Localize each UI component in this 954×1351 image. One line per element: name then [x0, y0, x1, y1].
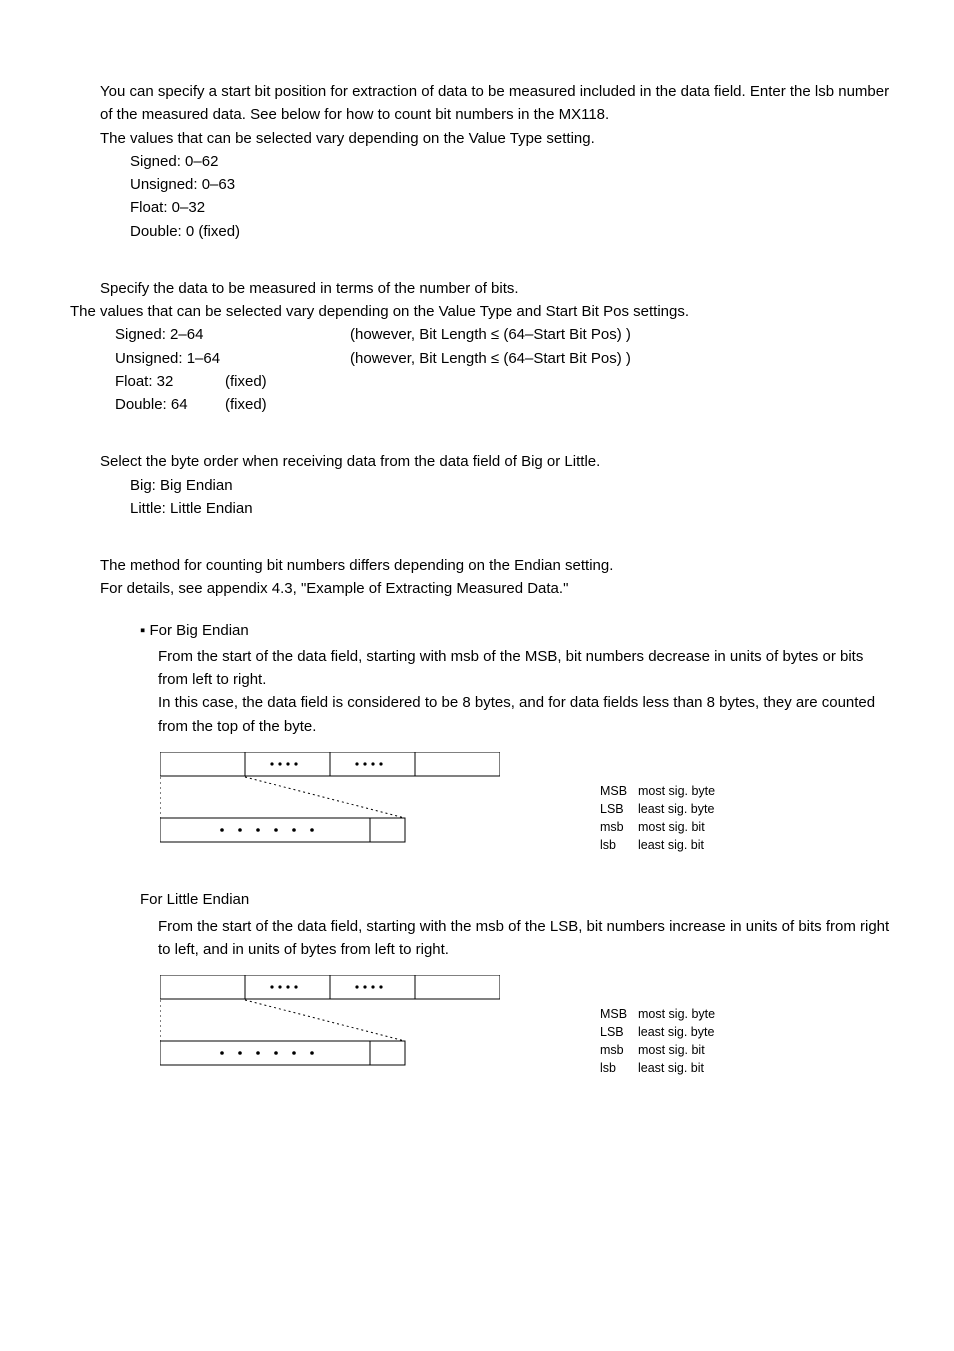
bitlen-signed-c1: Signed: 2–64 [115, 323, 260, 346]
startbit-desc-line1: You can specify a start bit position for… [100, 80, 894, 127]
legend2-lsb-lower-def: least sig. bit [638, 1059, 704, 1077]
legend2-msb-upper-def: most sig. byte [638, 1005, 715, 1023]
bitlen-desc-line2: The values that can be selected vary dep… [70, 300, 894, 323]
legend-lsb-upper-def: least sig. byte [638, 800, 714, 818]
startbit-item-double: Double: 0 (fixed) [130, 220, 894, 243]
startbit-desc-line2: The values that can be selected vary dep… [100, 127, 894, 150]
legend-msb-upper-abbr: MSB [600, 782, 638, 800]
little-endian-legend: MSBmost sig. byte LSBleast sig. byte msb… [600, 975, 715, 1078]
legend-msb-upper-def: most sig. byte [638, 782, 715, 800]
bitlen-desc-line1: Specify the data to be measured in terms… [100, 277, 894, 300]
counting-desc-line1: The method for counting bit numbers diff… [100, 554, 894, 577]
endian-desc: Select the byte order when receiving dat… [100, 450, 894, 473]
legend-msb-lower-def: most sig. bit [638, 818, 705, 836]
bitlen-unsigned-c1: Unsigned: 1–64 [115, 347, 260, 370]
big-endian-body2: In this case, the data field is consider… [158, 691, 894, 738]
bitlen-float-c2: (fixed) [225, 370, 315, 393]
counting-desc-line2: For details, see appendix 4.3, "Example … [100, 577, 894, 600]
bitlen-signed-c2 [260, 323, 350, 346]
bitlen-unsigned-c2 [260, 347, 350, 370]
startbit-item-signed: Signed: 0–62 [130, 150, 894, 173]
bitlen-float-c1: Float: 32 [115, 370, 225, 393]
legend-lsb-upper-abbr: LSB [600, 800, 638, 818]
legend-msb-lower-abbr: msb [600, 818, 638, 836]
legend2-lsb-upper-abbr: LSB [600, 1023, 638, 1041]
bitlen-signed-c3: (however, Bit Length ≤ (64–Start Bit Pos… [350, 323, 631, 346]
big-endian-legend: MSBmost sig. byte LSBleast sig. byte msb… [600, 752, 715, 855]
bitlen-row-unsigned: Unsigned: 1–64 (however, Bit Length ≤ (6… [115, 347, 894, 370]
bitlen-row-float: Float: 32 (fixed) [115, 370, 894, 393]
big-endian-diagram [160, 752, 500, 844]
little-endian-heading: For Little Endian [140, 888, 894, 911]
bitlen-row-double: Double: 64 (fixed) [115, 393, 894, 416]
bitlen-unsigned-c3: (however, Bit Length ≤ (64–Start Bit Pos… [350, 347, 631, 370]
endian-item-little: Little: Little Endian [130, 497, 894, 520]
big-endian-body1: From the start of the data field, starti… [158, 645, 894, 692]
bitlen-double-c1: Double: 64 [115, 393, 225, 416]
startbit-item-float: Float: 0–32 [130, 196, 894, 219]
endian-item-big: Big: Big Endian [130, 474, 894, 497]
bitlen-row-signed: Signed: 2–64 (however, Bit Length ≤ (64–… [115, 323, 894, 346]
legend2-lsb-lower-abbr: lsb [600, 1059, 638, 1077]
legend2-msb-lower-def: most sig. bit [638, 1041, 705, 1059]
legend2-msb-upper-abbr: MSB [600, 1005, 638, 1023]
little-endian-body1: From the start of the data field, starti… [158, 915, 894, 962]
legend2-msb-lower-abbr: msb [600, 1041, 638, 1059]
legend-lsb-lower-def: least sig. bit [638, 836, 704, 854]
legend-lsb-lower-abbr: lsb [600, 836, 638, 854]
little-endian-diagram [160, 975, 500, 1067]
big-endian-heading: ▪ For Big Endian [140, 619, 894, 642]
startbit-item-unsigned: Unsigned: 0–63 [130, 173, 894, 196]
bitlen-double-c2: (fixed) [225, 393, 315, 416]
legend2-lsb-upper-def: least sig. byte [638, 1023, 714, 1041]
